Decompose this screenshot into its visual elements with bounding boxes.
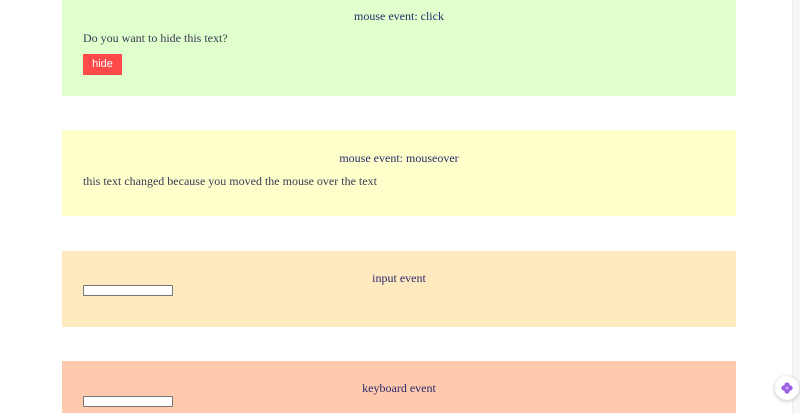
input-event-section: input event bbox=[62, 251, 736, 327]
keyboard-section-title: keyboard event bbox=[362, 381, 436, 395]
click-section-title: mouse event: click bbox=[354, 9, 444, 23]
keyboard-event-field[interactable] bbox=[83, 396, 173, 407]
hide-prompt-text: Do you want to hide this text? bbox=[83, 31, 228, 45]
input-event-field[interactable] bbox=[83, 285, 173, 296]
click-event-section: mouse event: click Do you want to hide t… bbox=[62, 0, 736, 96]
hide-button[interactable]: hide bbox=[83, 54, 122, 75]
mouseover-event-section: mouse event: mouseover this text changed… bbox=[62, 130, 736, 216]
page: mouse event: click Do you want to hide t… bbox=[0, 0, 800, 413]
keyboard-event-section: keyboard event bbox=[62, 361, 736, 413]
floating-widget-button[interactable] bbox=[775, 376, 799, 400]
input-section-title: input event bbox=[372, 271, 426, 285]
mouseover-section-title: mouse event: mouseover bbox=[339, 151, 459, 165]
vertical-scrollbar[interactable] bbox=[792, 0, 800, 413]
mouseover-text[interactable]: this text changed because you moved the … bbox=[83, 174, 377, 189]
flower-icon bbox=[781, 382, 793, 394]
